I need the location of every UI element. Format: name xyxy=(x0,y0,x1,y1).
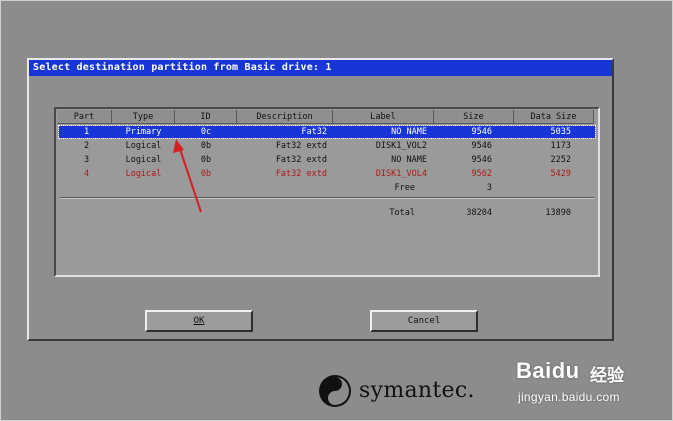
cell-type: Logical xyxy=(125,155,162,165)
ok-button-label: OK xyxy=(193,316,205,326)
table-row-total: Total 38204 13890 xyxy=(59,207,595,219)
cell-description: Fat32 extd xyxy=(275,155,327,165)
cell-id: 0b xyxy=(200,169,212,179)
cell-part: 2 xyxy=(83,141,90,151)
cell-id: 0b xyxy=(200,141,212,151)
table-row-free[interactable]: Free 3 xyxy=(59,182,595,194)
watermark-cn: 经验 xyxy=(590,366,624,386)
symantec-logo-icon xyxy=(319,375,351,407)
cell-id: 0b xyxy=(200,155,212,165)
cell-label: DISK1_VOL2 xyxy=(375,141,427,151)
cell-part: 1 xyxy=(83,127,90,137)
cell-part: 4 xyxy=(83,169,90,179)
header-size[interactable]: Size xyxy=(434,110,514,124)
cell-total-label: Total xyxy=(389,208,415,218)
cell-size: 9546 xyxy=(471,155,492,165)
watermark-brand: Baidu xyxy=(516,358,580,383)
cell-type: Logical xyxy=(125,169,162,179)
cell-label: NO NAME xyxy=(391,127,427,137)
partition-dialog: Select destination partition from Basic … xyxy=(27,58,614,341)
header-description[interactable]: Description xyxy=(237,110,333,124)
cell-data-size: 2252 xyxy=(550,155,571,165)
table-row[interactable]: 2 Logical 0b Fat32 extd DISK1_VOL2 9546 … xyxy=(59,140,595,152)
header-label[interactable]: Label xyxy=(333,110,434,124)
watermark: Baidu 经验 jingyan.baidu.com xyxy=(516,352,666,412)
cell-free-label: Free xyxy=(394,183,415,193)
table-row[interactable]: 3 Logical 0b Fat32 extd NO NAME 9546 225… xyxy=(59,154,595,166)
cancel-button-label: Cancel xyxy=(407,316,441,326)
watermark-url: jingyan.baidu.com xyxy=(518,390,620,404)
cell-free-size: 3 xyxy=(486,183,492,193)
header-id[interactable]: ID xyxy=(175,110,237,124)
table-divider xyxy=(60,197,594,199)
cell-description: Fat32 extd xyxy=(275,141,327,151)
cell-data-size: 5035 xyxy=(550,127,571,137)
cell-total-data-size: 13890 xyxy=(545,208,571,218)
cell-size: 9546 xyxy=(471,127,492,137)
ok-button[interactable]: OK xyxy=(145,310,253,332)
cell-data-size: 1173 xyxy=(550,141,571,151)
cell-type: Logical xyxy=(125,141,162,151)
cell-data-size: 5429 xyxy=(550,169,571,179)
table-row-selected[interactable]: 1 Primary 0c Fat32 NO NAME 9546 5035 xyxy=(58,125,596,139)
partition-table: Part Type ID Description Label Size Data… xyxy=(54,107,600,277)
cell-size: 9562 xyxy=(471,169,492,179)
header-type[interactable]: Type xyxy=(112,110,175,124)
cell-description: Fat32 extd xyxy=(275,169,327,179)
cancel-button[interactable]: Cancel xyxy=(370,310,478,332)
dialog-title: Select destination partition from Basic … xyxy=(29,60,612,76)
cell-part: 3 xyxy=(83,155,90,165)
symantec-wordmark: symantec. xyxy=(359,378,475,403)
cell-description: Fat32 xyxy=(301,127,327,137)
table-row-warning[interactable]: 4 Logical 0b Fat32 extd DISK1_VOL4 9562 … xyxy=(59,168,595,180)
cell-id: 0c xyxy=(200,127,212,137)
cell-label: DISK1_VOL4 xyxy=(375,169,427,179)
header-data-size[interactable]: Data Size xyxy=(514,110,594,124)
cell-total-size: 38204 xyxy=(466,208,492,218)
cell-size: 9546 xyxy=(471,141,492,151)
cell-type: Primary xyxy=(125,127,162,137)
cell-label: NO NAME xyxy=(391,155,427,165)
header-part[interactable]: Part xyxy=(57,110,112,124)
